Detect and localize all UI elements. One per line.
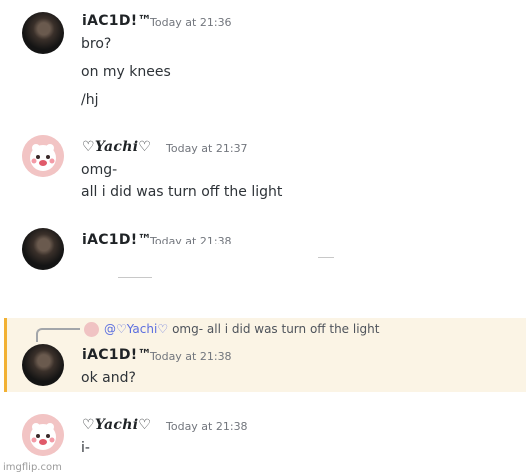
divider — [118, 277, 152, 278]
message-3: iAC1D!™ Today at 21:38 — [0, 0, 526, 250]
timestamp: Today at 21:38 — [166, 420, 248, 433]
watermark: imgflip.com — [3, 462, 62, 473]
timestamp: Today at 21:38 — [150, 350, 232, 363]
user-avatar — [22, 250, 64, 270]
reply-text: omg- all i did was turn off the light — [172, 322, 380, 336]
message-line: ok and? — [81, 370, 136, 386]
author-name[interactable]: ♡Yachi♡ — [82, 417, 151, 433]
reply-preview[interactable]: @♡Yachi♡ omg- all i did was turn off the … — [104, 322, 379, 336]
reply-avatar[interactable] — [84, 322, 99, 337]
reply-connector — [36, 328, 80, 342]
timestamp: Today at 21:38 — [150, 235, 232, 244]
author-name[interactable]: iAC1D!™ — [82, 347, 152, 363]
user-avatar[interactable] — [22, 414, 64, 456]
user-avatar[interactable] — [22, 344, 64, 386]
divider — [318, 257, 334, 258]
message-line: i- — [81, 440, 90, 456]
reply-mention[interactable]: @♡Yachi♡ — [104, 322, 168, 336]
author-name[interactable]: iAC1D!™ — [82, 232, 152, 244]
avatar-fragment — [22, 250, 64, 270]
cartoon-face-icon — [22, 414, 64, 456]
